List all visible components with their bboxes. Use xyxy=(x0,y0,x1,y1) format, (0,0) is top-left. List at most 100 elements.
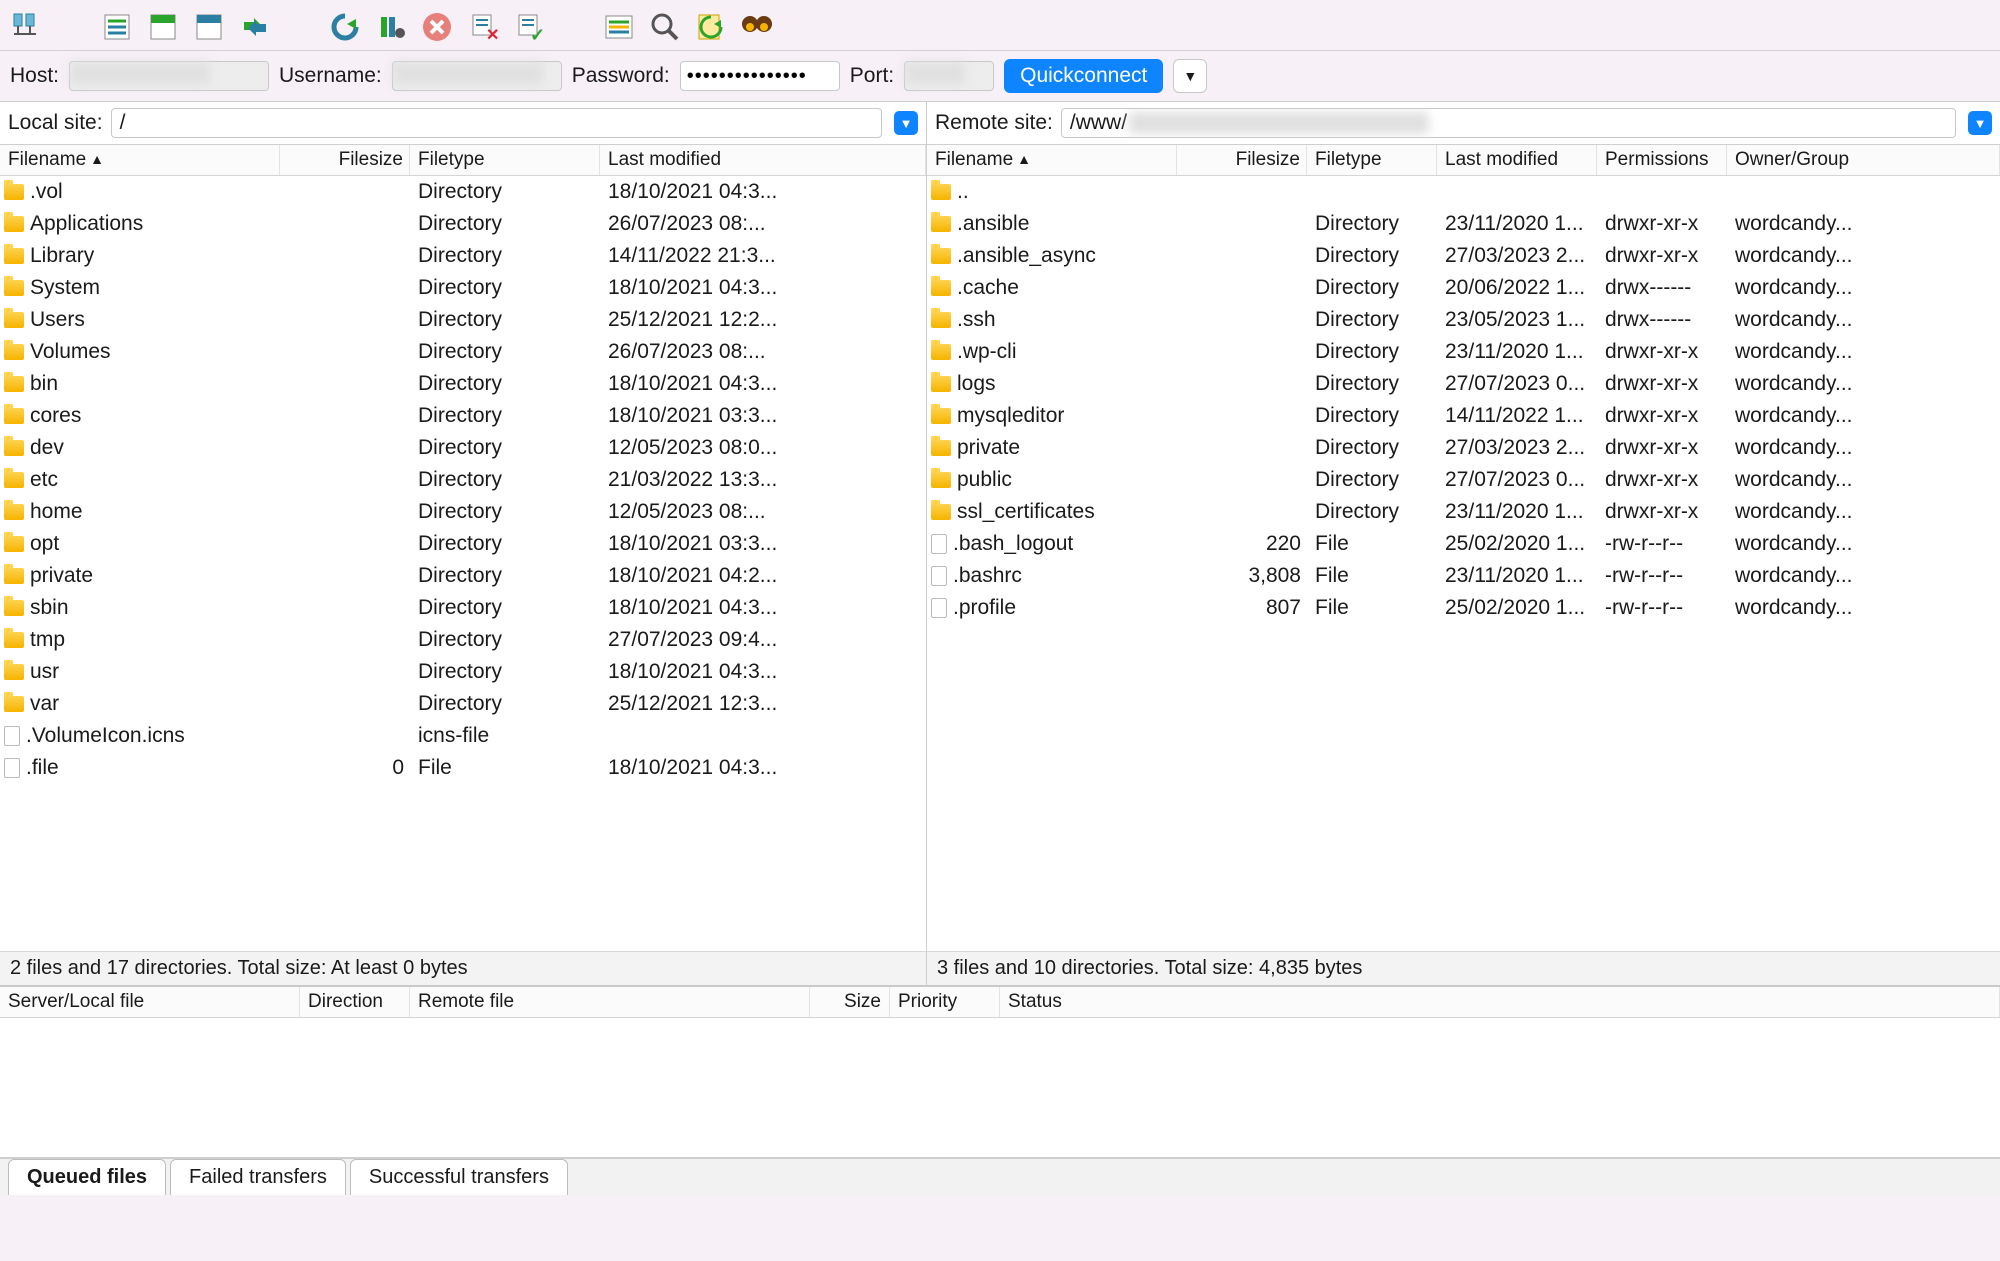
file-row[interactable]: sbinDirectory18/10/2021 04:3... xyxy=(0,592,926,624)
file-icon xyxy=(931,598,947,618)
local-path-input[interactable]: / xyxy=(111,108,882,138)
local-col-filetype[interactable]: Filetype xyxy=(410,145,600,175)
local-col-filename[interactable]: Filename▲ xyxy=(0,145,280,175)
queue-col-size[interactable]: Size xyxy=(810,987,890,1017)
file-row[interactable]: .cacheDirectory20/06/2022 1...drwx------… xyxy=(927,272,2000,304)
sync-browsing-button[interactable] xyxy=(736,6,778,48)
remote-col-filename[interactable]: Filename▲ xyxy=(927,145,1177,175)
local-path-dropdown[interactable]: ▼ xyxy=(894,111,918,135)
file-row[interactable]: .ansibleDirectory23/11/2020 1...drwxr-xr… xyxy=(927,208,2000,240)
file-row[interactable]: .wp-cliDirectory23/11/2020 1...drwxr-xr-… xyxy=(927,336,2000,368)
username-input[interactable] xyxy=(392,61,562,91)
file-name: dev xyxy=(30,436,64,460)
tab-queued-files[interactable]: Queued files xyxy=(8,1159,166,1195)
file-row[interactable]: privateDirectory18/10/2021 04:2... xyxy=(0,560,926,592)
file-row[interactable]: logsDirectory27/07/2023 0...drwxr-xr-xwo… xyxy=(927,368,2000,400)
remote-path-dropdown[interactable]: ▼ xyxy=(1968,111,1992,135)
file-row[interactable]: .sshDirectory23/05/2023 1...drwx------wo… xyxy=(927,304,2000,336)
remote-col-filesize[interactable]: Filesize xyxy=(1177,145,1307,175)
file-name: .cache xyxy=(957,276,1019,300)
remote-col-modified[interactable]: Last modified xyxy=(1437,145,1597,175)
folder-icon xyxy=(4,664,24,680)
folder-icon xyxy=(931,248,951,264)
queue-col-remote[interactable]: Remote file xyxy=(410,987,810,1017)
file-row[interactable]: VolumesDirectory26/07/2023 08:... xyxy=(0,336,926,368)
remote-file-pane: Filename▲ Filesize Filetype Last modifie… xyxy=(927,145,2000,985)
file-row[interactable]: .file0File18/10/2021 04:3... xyxy=(0,752,926,784)
sort-asc-icon: ▲ xyxy=(90,151,104,167)
file-row[interactable]: .volDirectory18/10/2021 04:3... xyxy=(0,176,926,208)
port-input[interactable] xyxy=(904,61,994,91)
remote-col-filetype[interactable]: Filetype xyxy=(1307,145,1437,175)
filter-button[interactable] xyxy=(598,6,640,48)
compare-button[interactable] xyxy=(690,6,732,48)
file-row[interactable]: LibraryDirectory14/11/2022 21:3... xyxy=(0,240,926,272)
folder-icon xyxy=(4,696,24,712)
file-row[interactable]: usrDirectory18/10/2021 04:3... xyxy=(0,656,926,688)
quickconnect-history-dropdown[interactable]: ▼ xyxy=(1173,59,1207,93)
toggle-remote-tree-button[interactable] xyxy=(188,6,230,48)
file-name: home xyxy=(30,500,83,524)
file-row[interactable]: .VolumeIcon.icnsicns-file xyxy=(0,720,926,752)
file-row[interactable]: optDirectory18/10/2021 03:3... xyxy=(0,528,926,560)
toggle-queue-button[interactable] xyxy=(234,6,276,48)
file-row[interactable]: .profile807File25/02/2020 1...-rw-r--r--… xyxy=(927,592,2000,624)
quickconnect-bar: Host: Username: Password: Port: Quickcon… xyxy=(0,51,2000,102)
search-button[interactable] xyxy=(644,6,686,48)
svg-text:✓: ✓ xyxy=(530,25,544,42)
file-row[interactable]: publicDirectory27/07/2023 0...drwxr-xr-x… xyxy=(927,464,2000,496)
tab-failed-transfers[interactable]: Failed transfers xyxy=(170,1159,346,1195)
folder-icon xyxy=(931,408,951,424)
refresh-button[interactable] xyxy=(324,6,366,48)
process-queue-button[interactable] xyxy=(370,6,412,48)
file-row[interactable]: .ansible_asyncDirectory27/03/2023 2...dr… xyxy=(927,240,2000,272)
queue-col-direction[interactable]: Direction xyxy=(300,987,410,1017)
folder-icon xyxy=(931,280,951,296)
sort-asc-icon: ▲ xyxy=(1017,151,1031,167)
host-label: Host: xyxy=(10,64,59,88)
remote-file-list[interactable]: ...ansibleDirectory23/11/2020 1...drwxr-… xyxy=(927,176,2000,951)
queue-col-server[interactable]: Server/Local file xyxy=(0,987,300,1017)
file-row[interactable]: homeDirectory12/05/2023 08:... xyxy=(0,496,926,528)
bottom-tabs: Queued files Failed transfers Successful… xyxy=(0,1158,2000,1195)
quickconnect-button[interactable]: Quickconnect xyxy=(1004,59,1163,93)
host-input[interactable] xyxy=(69,61,269,91)
file-row[interactable]: mysqleditorDirectory14/11/2022 1...drwxr… xyxy=(927,400,2000,432)
folder-icon xyxy=(4,184,24,200)
file-name: ssl_certificates xyxy=(957,500,1095,524)
file-row[interactable]: .. xyxy=(927,176,2000,208)
local-col-filesize[interactable]: Filesize xyxy=(280,145,410,175)
file-row[interactable]: UsersDirectory25/12/2021 12:2... xyxy=(0,304,926,336)
file-row[interactable]: ApplicationsDirectory26/07/2023 08:... xyxy=(0,208,926,240)
remote-col-owner[interactable]: Owner/Group xyxy=(1727,145,2000,175)
file-row[interactable]: varDirectory25/12/2021 12:3... xyxy=(0,688,926,720)
disconnect-button[interactable]: ✕ xyxy=(462,6,504,48)
file-row[interactable]: etcDirectory21/03/2022 13:3... xyxy=(0,464,926,496)
site-manager-button[interactable] xyxy=(6,6,48,48)
local-file-list[interactable]: .volDirectory18/10/2021 04:3...Applicati… xyxy=(0,176,926,951)
file-row[interactable]: .bash_logout220File25/02/2020 1...-rw-r-… xyxy=(927,528,2000,560)
remote-col-permissions[interactable]: Permissions xyxy=(1597,145,1727,175)
toggle-local-tree-button[interactable] xyxy=(142,6,184,48)
file-row[interactable]: coresDirectory18/10/2021 03:3... xyxy=(0,400,926,432)
file-row[interactable]: SystemDirectory18/10/2021 04:3... xyxy=(0,272,926,304)
file-row[interactable]: devDirectory12/05/2023 08:0... xyxy=(0,432,926,464)
tab-successful-transfers[interactable]: Successful transfers xyxy=(350,1159,568,1195)
port-label: Port: xyxy=(850,64,894,88)
file-row[interactable]: binDirectory18/10/2021 04:3... xyxy=(0,368,926,400)
reconnect-button[interactable]: ✓ xyxy=(508,6,550,48)
password-input[interactable] xyxy=(680,61,840,91)
remote-path-input[interactable]: /www/ xyxy=(1061,108,1956,138)
queue-col-priority[interactable]: Priority xyxy=(890,987,1000,1017)
cancel-button[interactable] xyxy=(416,6,458,48)
queue-body[interactable] xyxy=(0,1018,2000,1158)
toggle-message-log-button[interactable] xyxy=(96,6,138,48)
local-col-modified[interactable]: Last modified xyxy=(600,145,926,175)
file-row[interactable]: privateDirectory27/03/2023 2...drwxr-xr-… xyxy=(927,432,2000,464)
queue-col-status[interactable]: Status xyxy=(1000,987,2000,1017)
folder-icon xyxy=(931,312,951,328)
file-row[interactable]: ssl_certificatesDirectory23/11/2020 1...… xyxy=(927,496,2000,528)
file-row[interactable]: tmpDirectory27/07/2023 09:4... xyxy=(0,624,926,656)
file-row[interactable]: .bashrc3,808File23/11/2020 1...-rw-r--r-… xyxy=(927,560,2000,592)
queue-columns-header: Server/Local file Direction Remote file … xyxy=(0,985,2000,1018)
